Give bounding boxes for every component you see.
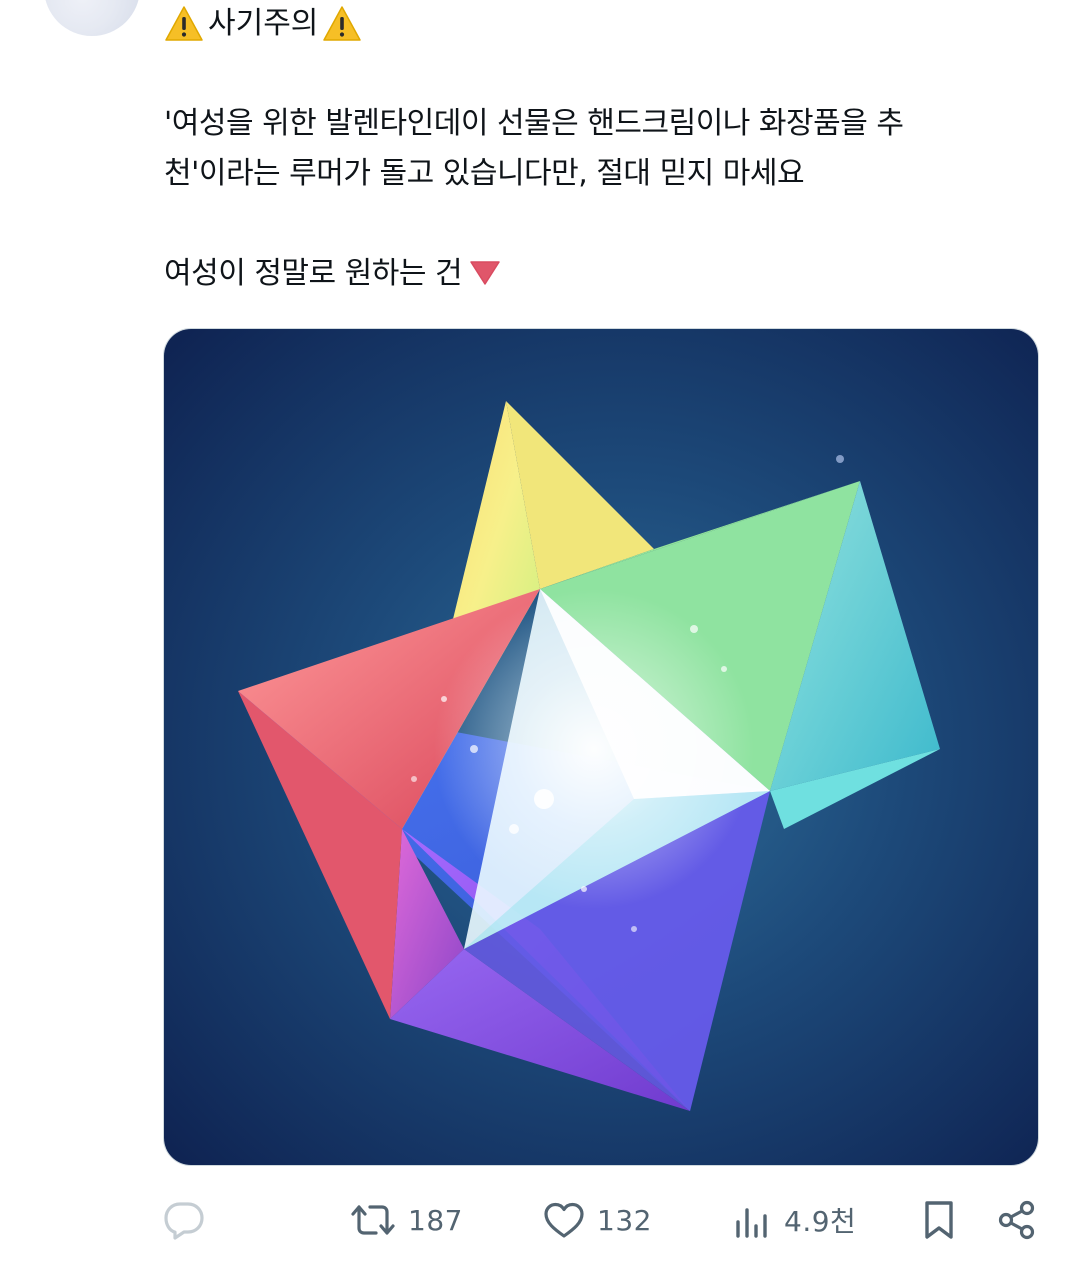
repost-button[interactable]: 187 [350, 1190, 463, 1250]
red-triangle-down-icon [470, 261, 500, 285]
views-icon [736, 1208, 767, 1238]
repost-icon [351, 1205, 395, 1235]
repost-count: 187 [408, 1203, 463, 1237]
views-count: 4.9천 [784, 1205, 857, 1238]
post-title: 사기주의 [164, 2, 362, 46]
warning-icon [323, 6, 362, 41]
warning-icon [165, 6, 203, 41]
reply-icon [164, 1202, 204, 1240]
post-body-line: '여성을 위한 발렌타인데이 선물은 핸드크림이나 화장품을 추 [164, 106, 904, 141]
reply-button[interactable] [163, 1190, 205, 1250]
post-actions-bar: 187 132 4.9천 [0, 1190, 1080, 1250]
share-button[interactable] [996, 1190, 1038, 1250]
post-body-line: 천'이라는 루머가 돌고 있습니다만, 절대 믿지 마세요 [164, 156, 805, 191]
bookmark-button[interactable] [921, 1190, 957, 1250]
views-button[interactable]: 4.9천 [734, 1190, 856, 1250]
heart-icon [544, 1202, 584, 1238]
bookmark-icon [925, 1201, 953, 1239]
post-title-text: 사기주의 [208, 6, 319, 41]
like-count: 132 [597, 1203, 652, 1237]
post-image[interactable] [163, 328, 1039, 1166]
post-body-line-with-icon: 여성이 정말로 원하는 건 [164, 249, 1034, 299]
post-body-line: 여성이 정말로 원하는 건 [164, 256, 463, 291]
rainbow-crystal-star-image [164, 329, 1038, 1165]
like-button[interactable]: 132 [543, 1190, 652, 1250]
post-body: '여성을 위한 발렌타인데이 선물은 핸드크림이나 화장품을 추 천'이라는 루… [164, 99, 1034, 299]
avatar[interactable] [44, 0, 140, 36]
share-icon [998, 1200, 1035, 1240]
